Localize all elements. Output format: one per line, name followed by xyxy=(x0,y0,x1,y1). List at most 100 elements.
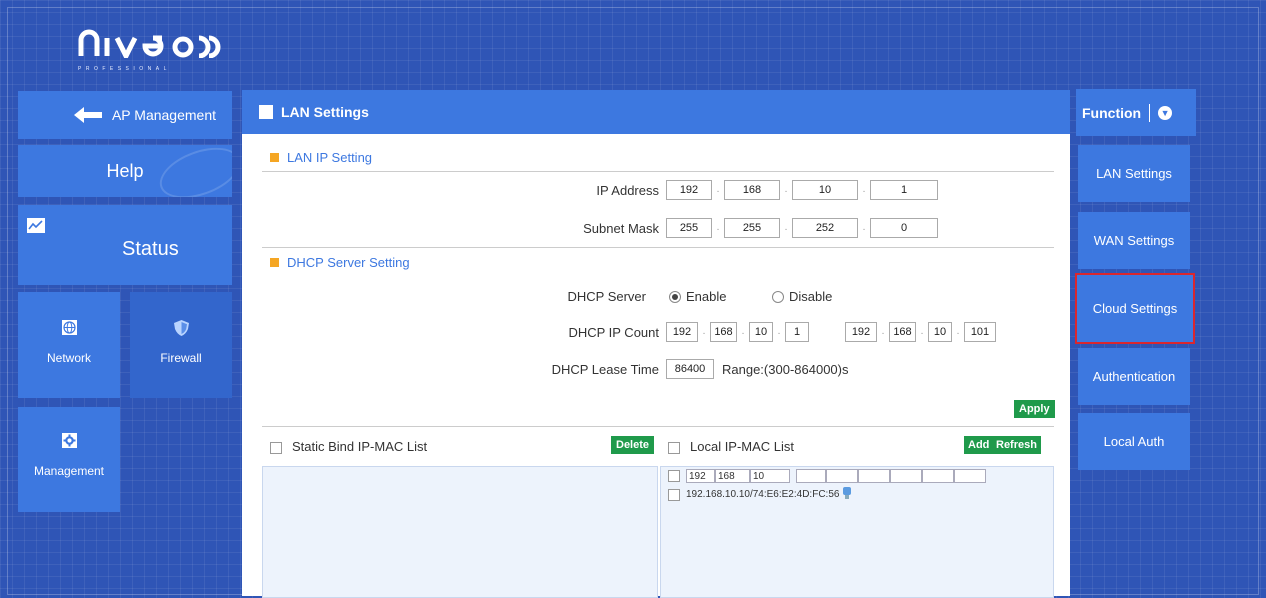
dhcp-ip-count-label: DHCP IP Count xyxy=(568,324,659,340)
apply-button[interactable]: Apply xyxy=(1014,400,1055,418)
network-label: Network xyxy=(46,351,91,365)
dhcp-start-octet-3[interactable]: 10 xyxy=(749,322,773,342)
section-divider xyxy=(262,426,1054,427)
enable-radio[interactable] xyxy=(669,291,681,304)
lease-time-input[interactable]: 86400 xyxy=(666,359,714,379)
menu-item-authentication[interactable]: Authentication xyxy=(1078,348,1190,405)
ap-management-button[interactable]: AP Management xyxy=(18,91,232,139)
status-label: Status xyxy=(122,238,179,260)
ip-address-label: IP Address xyxy=(596,182,659,198)
lease-range-hint: Range:(300-864000)s xyxy=(722,361,849,377)
dhcp-end-fields: 192 . 168 . 10 . 101 xyxy=(845,322,996,342)
dhcp-ip-count-row: DHCP IP Count 192 . 168 . 10 . 1 192 . 1… xyxy=(242,321,1070,343)
dhcp-end-octet-3[interactable]: 10 xyxy=(928,322,952,342)
dhcp-section-title: DHCP Server Setting xyxy=(270,255,410,270)
mask-octet-1[interactable]: 255 xyxy=(666,218,712,238)
filter-mac-6[interactable] xyxy=(954,469,986,483)
help-swoosh-decoration xyxy=(153,145,232,197)
static-list-header: Static Bind IP-MAC List xyxy=(270,439,427,454)
ip-octet-3[interactable]: 10 xyxy=(792,180,858,200)
dhcp-lease-row: DHCP Lease Time 86400 Range:(300-864000)… xyxy=(242,358,1070,380)
network-button[interactable]: Network xyxy=(18,292,120,398)
section-bullet-icon xyxy=(270,153,279,162)
lan-settings-panel: LAN IP Setting IP Address 192 . 168 . 10… xyxy=(242,134,1070,598)
refresh-button[interactable]: Refresh xyxy=(992,436,1041,454)
globe-icon xyxy=(61,320,77,335)
dhcp-enable-option[interactable]: Enable xyxy=(669,289,726,304)
logo-wordmark-svg xyxy=(78,29,221,62)
filter-mac-3[interactable] xyxy=(858,469,890,483)
mask-octet-4[interactable]: 0 xyxy=(870,218,938,238)
section-divider xyxy=(262,171,1054,172)
filter-checkbox[interactable] xyxy=(668,470,680,482)
help-label: Help xyxy=(106,160,144,181)
subnet-mask-row: Subnet Mask 255 . 255 . 252 . 0 xyxy=(242,217,1070,239)
static-select-all-checkbox[interactable] xyxy=(270,441,282,454)
local-list-label: Local IP-MAC List xyxy=(690,439,795,454)
ip-octet-2[interactable]: 168 xyxy=(724,180,780,200)
help-button[interactable]: Help xyxy=(18,145,232,197)
header-divider xyxy=(1149,103,1151,122)
firewall-button[interactable]: Firewall xyxy=(130,292,232,398)
panel-header: LAN Settings xyxy=(242,90,1070,134)
filter-mac-5[interactable] xyxy=(922,469,954,483)
chevron-down-icon[interactable]: ▼ xyxy=(1158,105,1173,120)
static-bind-list[interactable] xyxy=(262,466,658,598)
dhcp-disable-option[interactable]: Disable xyxy=(772,289,832,304)
lan-ip-section-label: LAN IP Setting xyxy=(287,150,373,165)
firewall-label: Firewall xyxy=(160,351,202,365)
local-list-header: Local IP-MAC List xyxy=(668,439,794,454)
subnet-mask-label: Subnet Mask xyxy=(583,220,659,236)
local-select-all-checkbox[interactable] xyxy=(668,441,680,454)
dhcp-start-octet-4[interactable]: 1 xyxy=(785,322,809,342)
filter-mac-1[interactable] xyxy=(796,469,826,483)
local-ip-mac-list[interactable]: 192 168 10 192.168.10.10/74:E6:E2:4D:FC:… xyxy=(660,466,1054,598)
function-title: Function xyxy=(1082,104,1142,121)
ip-octet-4[interactable]: 1 xyxy=(870,180,938,200)
filter-octet-1[interactable]: 192 xyxy=(686,469,715,483)
menu-item-local-auth[interactable]: Local Auth xyxy=(1078,413,1190,470)
ip-dot: . xyxy=(956,326,960,337)
disable-radio[interactable] xyxy=(772,291,784,304)
mask-octet-2[interactable]: 255 xyxy=(724,218,780,238)
static-list-label: Static Bind IP-MAC List xyxy=(292,439,428,454)
status-chart-icon xyxy=(27,218,45,233)
logo-wordmark xyxy=(78,28,230,64)
niveo-logo: PROFESSIONAL xyxy=(78,28,230,72)
add-button[interactable]: Add xyxy=(964,436,994,454)
delete-button[interactable]: Delete xyxy=(611,436,655,454)
panel-square-icon xyxy=(259,105,273,119)
status-button[interactable]: Status xyxy=(18,205,232,285)
ip-dot: . xyxy=(777,326,781,337)
dhcp-end-octet-4[interactable]: 101 xyxy=(964,322,996,342)
management-label: Management xyxy=(33,464,105,478)
ip-dot: . xyxy=(862,184,866,195)
dhcp-end-octet-2[interactable]: 168 xyxy=(889,322,916,342)
ap-management-label: AP Management xyxy=(111,107,216,123)
dhcp-start-octet-2[interactable]: 168 xyxy=(710,322,737,342)
dhcp-end-octet-1[interactable]: 192 xyxy=(845,322,877,342)
section-bullet-icon xyxy=(270,258,279,267)
enable-label: Enable xyxy=(686,288,727,304)
filter-octet-3[interactable]: 10 xyxy=(750,469,790,483)
mask-octet-3[interactable]: 252 xyxy=(792,218,858,238)
management-button[interactable]: Management xyxy=(18,407,120,512)
ip-octet-1[interactable]: 192 xyxy=(666,180,712,200)
subnet-mask-fields: 255 . 255 . 252 . 0 xyxy=(666,218,938,238)
shield-icon xyxy=(173,319,189,336)
dhcp-start-octet-1[interactable]: 192 xyxy=(666,322,698,342)
menu-item-lan-settings[interactable]: LAN Settings xyxy=(1078,145,1190,202)
list-item-checkbox[interactable] xyxy=(668,488,680,501)
filter-mac-2[interactable] xyxy=(826,469,858,483)
filter-octet-2[interactable]: 168 xyxy=(715,469,750,483)
list-item[interactable]: 192.168.10.10/74:E6:E2:4D:FC:56 xyxy=(668,487,852,502)
menu-item-wan-settings[interactable]: WAN Settings xyxy=(1078,212,1190,269)
back-arrow-icon xyxy=(73,107,102,123)
section-divider xyxy=(262,247,1054,248)
device-icon xyxy=(842,487,852,502)
mask-dot: . xyxy=(784,222,788,233)
menu-item-cloud-settings[interactable]: Cloud Settings xyxy=(1075,273,1195,344)
filter-mac-4[interactable] xyxy=(890,469,922,483)
function-menu-header[interactable]: Function ▼ xyxy=(1076,89,1196,136)
ip-dot: . xyxy=(784,184,788,195)
